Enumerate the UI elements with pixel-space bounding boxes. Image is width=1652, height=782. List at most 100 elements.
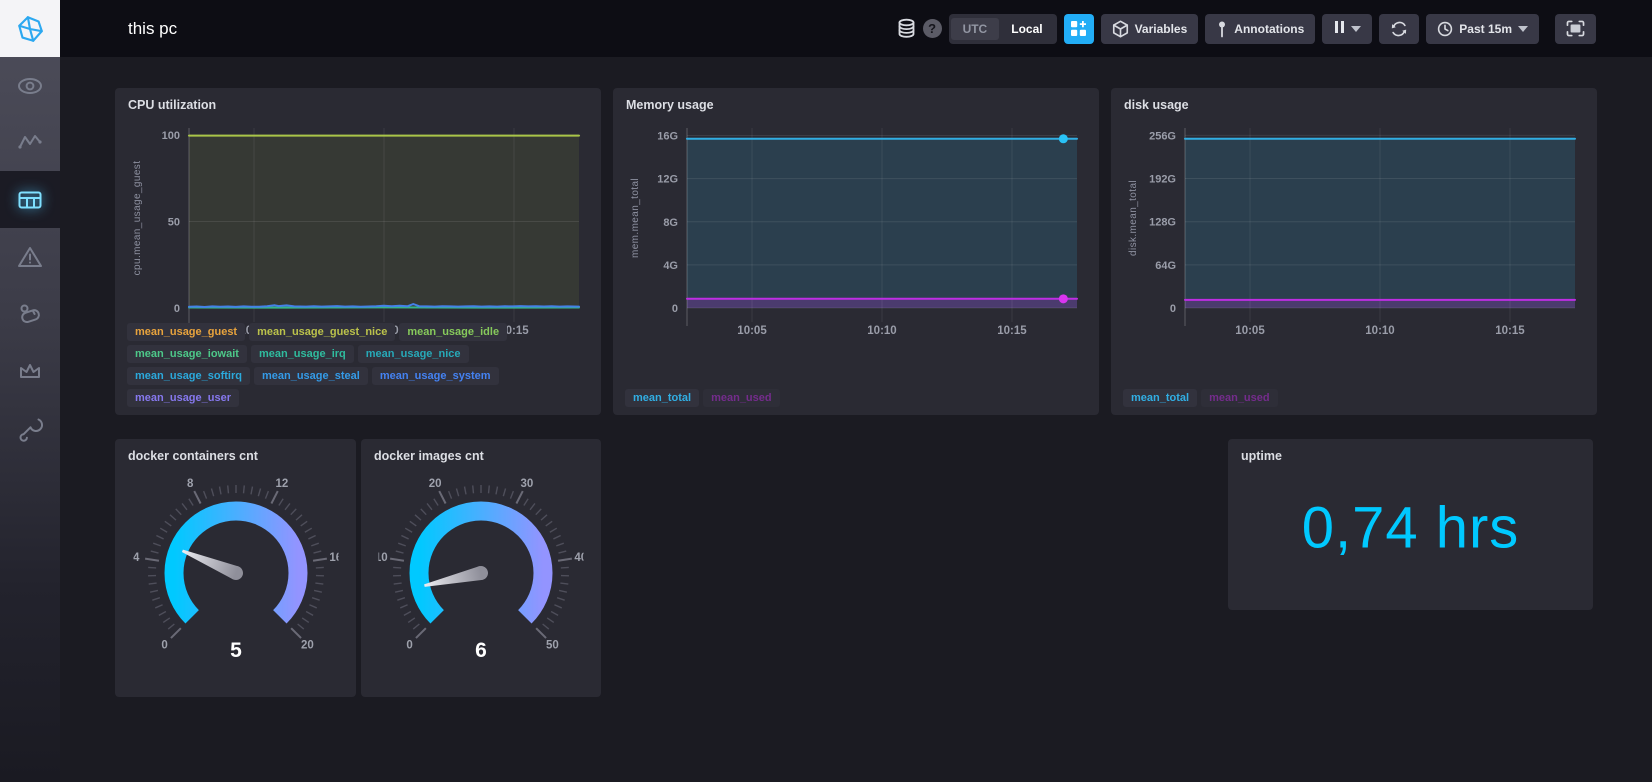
svg-text:0: 0 (672, 303, 678, 315)
add-cell-button[interactable] (1063, 13, 1094, 44)
gauge-value: 6 (475, 639, 487, 662)
sidebar-item-hosts[interactable] (0, 57, 60, 114)
images-gauge: 0 10 20 30 40 50 6 (375, 478, 587, 662)
legend-item[interactable]: mean_usage_irq (250, 345, 354, 363)
containers-gauge: 0 4 8 12 16 20 5 (133, 478, 342, 662)
legend-item[interactable]: mean_usage_iowait (127, 345, 247, 363)
gauge-value: 5 (230, 639, 242, 662)
dashboard-title[interactable]: this pc (128, 19, 177, 39)
gauge-needle (424, 566, 488, 587)
sidebar-item-dashboards[interactable] (0, 171, 60, 228)
uptime-single-stat: 0,74 hrs (1301, 495, 1520, 561)
cpu-legend: mean_usage_guest mean_usage_guest_nice mea… (127, 323, 591, 407)
legend-item[interactable]: mean_usage_user (127, 389, 239, 407)
svg-text:192G: 192G (1149, 174, 1176, 186)
chevron-down-icon (1518, 25, 1528, 32)
sidebar (0, 0, 60, 782)
panel-title[interactable]: docker containers cnt (128, 449, 258, 463)
cpu-line-chart[interactable]: 05010010:0510:1010:15cpu.mean_usage_gues… (127, 122, 589, 340)
svg-text:12G: 12G (657, 174, 678, 186)
svg-text:10:05: 10:05 (1235, 325, 1265, 337)
legend-item[interactable]: mean_usage_softirq (127, 367, 250, 385)
memory-line-chart[interactable]: 0 4G 8G 12G 16G 10:05 10:10 10:15 mem.mean_total (625, 122, 1087, 340)
time-range-dropdown[interactable]: Past 15m (1426, 13, 1539, 44)
sidebar-item-integrations[interactable] (0, 285, 60, 342)
dashboards-icon (18, 191, 42, 208)
sidebar-item-configuration[interactable] (0, 399, 60, 456)
legend-item[interactable]: mean_usage_guest_nice (249, 323, 396, 341)
panel-title[interactable]: docker images cnt (374, 449, 484, 463)
svg-text:50: 50 (546, 639, 559, 651)
panel-title[interactable]: CPU utilization (128, 98, 216, 112)
svg-text:128G: 128G (1149, 217, 1176, 229)
panel-title[interactable]: uptime (1241, 449, 1282, 463)
svg-text:10: 10 (379, 552, 388, 564)
legend-item[interactable]: mean_used (1201, 389, 1278, 407)
legend-item[interactable]: mean_usage_idle (399, 323, 508, 341)
variables-button[interactable]: Variables (1100, 13, 1199, 44)
disk-line-chart[interactable]: 0 64G 128G 192G 256G 10:05 10:10 10:15 disk.mean… (1123, 122, 1585, 340)
chevron-down-icon (1351, 25, 1362, 32)
pause-icon (1333, 21, 1345, 36)
svg-text:16G: 16G (657, 131, 678, 143)
legend-item[interactable]: mean_usage_system (371, 367, 499, 385)
disk-chart-host: 0 64G 128G 192G 256G 10:05 10:10 10:15 disk.mean… (1123, 122, 1585, 345)
source-indicator-icon[interactable] (897, 18, 916, 39)
time-range-label: Past 15m (1459, 21, 1512, 36)
svg-text:50: 50 (168, 216, 180, 228)
svg-text:12: 12 (275, 478, 288, 490)
sidebar-item-alerting[interactable] (0, 228, 60, 285)
panel-docker-images-cnt: docker images cnt 0 10 20 30 40 50 6 (361, 439, 601, 697)
cube-icon (1112, 20, 1129, 38)
timezone-toggle[interactable]: UTC Local (948, 13, 1057, 44)
sidebar-item-data-explorer[interactable] (0, 114, 60, 171)
sidebar-item-admin[interactable] (0, 342, 60, 399)
svg-text:disk.mean_total: disk.mean_total (1128, 180, 1139, 256)
svg-text:100: 100 (162, 130, 180, 142)
dashboard-page: this pc ? UTC Local Variables Annotation… (0, 0, 1652, 782)
svg-text:64G: 64G (1155, 260, 1176, 272)
legend-item[interactable]: mean_usage_nice (357, 345, 469, 363)
pause-refresh-dropdown[interactable] (1322, 13, 1373, 44)
legend-item[interactable]: mean_used (703, 389, 780, 407)
legend-item[interactable]: mean_total (625, 389, 700, 407)
disk-legend: mean_total mean_used (1123, 389, 1587, 407)
cpu-chart-host: 05010010:0510:1010:15cpu.mean_usage_gues… (127, 122, 589, 345)
integrations-icon (20, 304, 40, 323)
images-gauge-host: 0 10 20 30 40 50 6 (375, 469, 587, 679)
svg-text:20: 20 (301, 639, 314, 651)
memory-legend: mean_total mean_used (625, 389, 1089, 407)
help-icon[interactable]: ? (922, 19, 942, 38)
timezone-utc-option[interactable]: UTC (950, 17, 1000, 40)
fullscreen-icon (1566, 20, 1585, 37)
memory-chart-host: 0 4G 8G 12G 16G 10:05 10:10 10:15 mem.mean_total (625, 122, 1087, 345)
chronograf-logo-icon[interactable] (0, 0, 60, 57)
gauge-needle (181, 549, 243, 580)
chronograf-logo-glyph (18, 15, 43, 42)
svg-text:cpu.mean_usage_guest: cpu.mean_usage_guest (132, 161, 143, 276)
panel-docker-containers-cnt: docker containers cnt 0 4 8 12 16 20 5 (115, 439, 356, 697)
annotations-button[interactable]: Annotations (1205, 13, 1316, 44)
legend-item[interactable]: mean_total (1123, 389, 1198, 407)
timezone-local-option[interactable]: Local (999, 18, 1054, 40)
svg-text:0: 0 (406, 639, 412, 651)
svg-text:8G: 8G (663, 217, 678, 229)
svg-text:30: 30 (520, 478, 533, 490)
svg-text:10:10: 10:10 (867, 325, 896, 337)
svg-text:256G: 256G (1149, 130, 1176, 142)
svg-text:4: 4 (133, 552, 140, 564)
annotations-label: Annotations (1234, 21, 1305, 36)
refresh-icon (1390, 20, 1408, 38)
panel-disk-usage: disk usage 0 64G 128G 192G 256G 10:05 10:10 10:… (1111, 88, 1597, 415)
panel-title[interactable]: disk usage (1124, 98, 1189, 112)
legend-item[interactable]: mean_usage_guest (127, 323, 246, 341)
svg-text:4G: 4G (663, 260, 678, 272)
pulse-graph-icon (18, 134, 42, 149)
refresh-button[interactable] (1379, 13, 1420, 44)
containers-gauge-host: 0 4 8 12 16 20 5 (133, 469, 342, 679)
panel-title[interactable]: Memory usage (626, 98, 714, 112)
panel-cpu-utilization: CPU utilization 05010010:0510:1010:15cpu… (115, 88, 601, 415)
eye-icon (18, 77, 42, 94)
presentation-mode-button[interactable] (1555, 13, 1596, 44)
legend-item[interactable]: mean_usage_steal (253, 367, 368, 385)
